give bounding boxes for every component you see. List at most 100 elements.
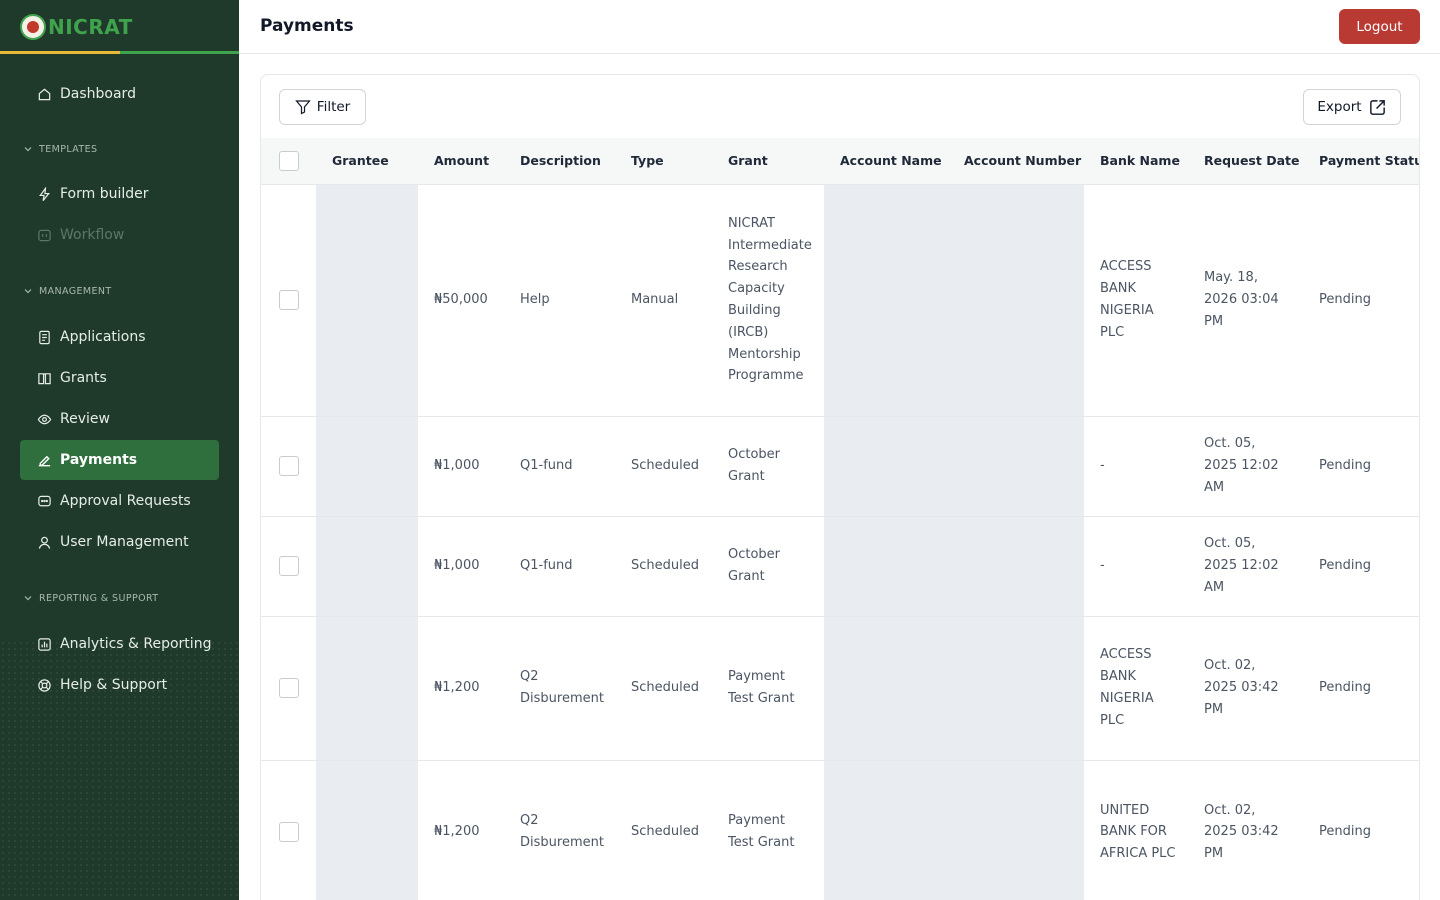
row-checkbox[interactable] [279, 456, 299, 476]
column-header[interactable]: Account Number [948, 138, 1084, 184]
sidebar-item-label: Applications [60, 329, 146, 345]
sidebar-item-approval-requests[interactable]: Approval Requests [20, 481, 219, 521]
column-header[interactable]: Account Name [824, 138, 948, 184]
logout-button[interactable]: Logout [1339, 9, 1420, 44]
section-reporting-support[interactable]: REPORTING & SUPPORT [20, 588, 219, 608]
home-icon [36, 86, 52, 102]
grant-cell: Payment Test Grant [712, 759, 824, 900]
row-select-cell [261, 183, 316, 416]
sidebar-item-review[interactable]: Review [20, 399, 219, 439]
table-row[interactable]: ₦1,000 Q1-fund Scheduled October Grant -… [261, 415, 1419, 516]
section-label: TEMPLATES [39, 143, 98, 155]
account-number-cell [948, 759, 1084, 900]
sidebar: NICRAT Dashboard TEMPLATES Form builder [0, 0, 239, 900]
column-header[interactable]: Bank Name [1084, 138, 1188, 184]
table-row[interactable]: ₦1,200 Q2 Disburement Scheduled Payment … [261, 615, 1419, 760]
lightning-icon [36, 186, 52, 202]
sidebar-item-label: User Management [60, 534, 189, 550]
document-icon [36, 329, 52, 345]
grantee-cell [316, 759, 418, 900]
account-name-cell [824, 615, 948, 760]
type-cell: Scheduled [615, 615, 712, 760]
description-cell: Q1-fund [504, 515, 615, 616]
account-number-cell [948, 515, 1084, 616]
row-checkbox[interactable] [279, 678, 299, 698]
column-header[interactable]: Grant [712, 138, 824, 184]
grantee-cell [316, 615, 418, 760]
export-label: Export [1317, 99, 1362, 115]
type-cell: Scheduled [615, 515, 712, 616]
column-header[interactable]: Amount [418, 138, 504, 184]
grant-cell: October Grant [712, 515, 824, 616]
account-name-cell [824, 759, 948, 900]
payments-table: Grantee Amount Description Type Grant Ac… [261, 138, 1419, 900]
sidebar-item-label: Workflow [60, 227, 125, 243]
filter-button[interactable]: Filter [279, 89, 366, 125]
sidebar-item-grants[interactable]: Grants [20, 358, 219, 398]
amount-cell: ₦1,200 [418, 615, 504, 760]
sidebar-item-label: Review [60, 411, 110, 427]
description-cell: Q2 Disburement [504, 759, 615, 900]
sidebar-item-analytics[interactable]: Analytics & Reporting [20, 624, 219, 664]
sidebar-item-dashboard[interactable]: Dashboard [20, 74, 219, 114]
column-header[interactable]: Payment Status [1303, 138, 1419, 184]
request-date-cell: Oct. 02, 2025 03:42 PM [1188, 759, 1303, 900]
table-row[interactable]: ₦50,000 Help Manual NICRAT Intermediate … [261, 183, 1419, 416]
table-row[interactable]: ₦1,200 Q2 Disburement Scheduled Payment … [261, 759, 1419, 900]
column-header[interactable]: Description [504, 138, 615, 184]
account-name-cell [824, 415, 948, 516]
help-icon [36, 677, 52, 693]
bank-name-cell: ACCESS BANK NIGERIA PLC [1084, 615, 1188, 760]
filter-icon [295, 99, 311, 115]
user-icon [36, 534, 52, 550]
section-label: MANAGEMENT [39, 285, 112, 297]
sidebar-item-applications[interactable]: Applications [20, 317, 219, 357]
sidebar-item-user-management[interactable]: User Management [20, 522, 219, 562]
brand-name: NICRAT [48, 15, 133, 39]
eye-icon [36, 411, 52, 427]
request-date-cell: May. 18, 2026 03:04 PM [1188, 183, 1303, 416]
bank-name-cell: UNITED BANK FOR AFRICA PLC [1084, 759, 1188, 900]
bank-name-cell: ACCESS BANK NIGERIA PLC [1084, 183, 1188, 416]
row-checkbox[interactable] [279, 290, 299, 310]
sidebar-item-label: Analytics & Reporting [60, 636, 212, 652]
brand-logo[interactable]: NICRAT [0, 0, 239, 54]
sidebar-item-help[interactable]: Help & Support [20, 665, 219, 705]
grant-cell: October Grant [712, 415, 824, 516]
sidebar-item-workflow: Workflow [20, 215, 219, 255]
grantee-cell [316, 515, 418, 616]
sidebar-item-label: Payments [60, 452, 138, 468]
book-icon [36, 370, 52, 386]
section-management[interactable]: MANAGEMENT [20, 281, 219, 301]
external-link-icon [1368, 98, 1387, 117]
grantee-cell [316, 183, 418, 416]
status-cell: Pending [1303, 415, 1419, 516]
sidebar-item-label: Grants [60, 370, 107, 386]
sidebar-item-label: Dashboard [60, 86, 136, 102]
section-templates[interactable]: TEMPLATES [20, 139, 219, 159]
sidebar-item-payments[interactable]: Payments [20, 440, 219, 480]
request-date-cell: Oct. 05, 2025 12:02 AM [1188, 515, 1303, 616]
account-number-cell [948, 183, 1084, 416]
row-checkbox[interactable] [279, 556, 299, 576]
top-header: Payments Logout [239, 0, 1440, 54]
sidebar-item-label: Approval Requests [60, 493, 191, 509]
nicrat-logo-icon [20, 14, 46, 40]
status-cell: Pending [1303, 759, 1419, 900]
select-all-checkbox[interactable] [279, 150, 299, 171]
amount-cell: ₦50,000 [418, 183, 504, 416]
sidebar-item-form-builder[interactable]: Form builder [20, 174, 219, 214]
section-label: REPORTING & SUPPORT [39, 592, 159, 604]
column-header[interactable]: Grantee [316, 138, 418, 184]
row-checkbox[interactable] [279, 822, 299, 843]
bank-name-cell: - [1084, 415, 1188, 516]
row-select-cell [261, 415, 316, 516]
status-cell: Pending [1303, 183, 1419, 416]
select-all-cell [261, 138, 316, 184]
description-cell: Q1-fund [504, 415, 615, 516]
table-row[interactable]: ₦1,000 Q1-fund Scheduled October Grant -… [261, 515, 1419, 616]
export-button[interactable]: Export [1303, 89, 1401, 125]
column-header[interactable]: Request Date [1188, 138, 1303, 184]
column-header[interactable]: Type [615, 138, 712, 184]
amount-cell: ₦1,000 [418, 515, 504, 616]
